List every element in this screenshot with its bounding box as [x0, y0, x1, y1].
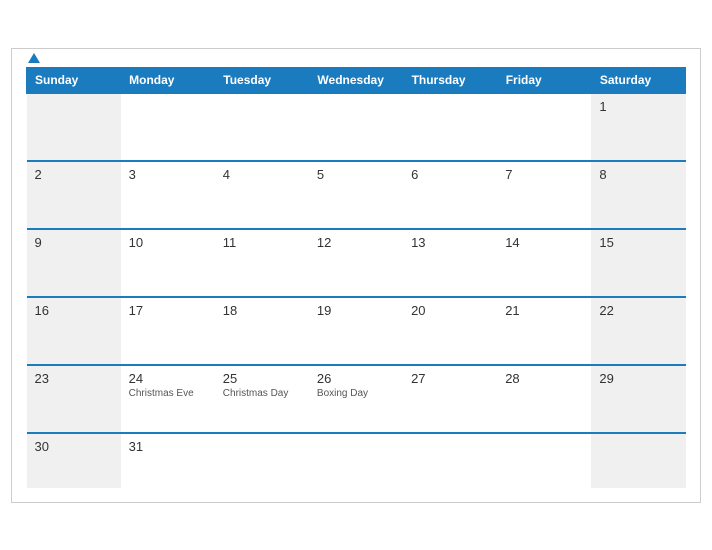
calendar-cell: 21	[497, 297, 591, 365]
calendar-week-row: 16 17 18 19 20 21 22	[27, 297, 686, 365]
calendar-cell: 22	[591, 297, 685, 365]
header-saturday: Saturday	[591, 67, 685, 93]
date-number: 21	[505, 303, 583, 318]
date-number: 5	[317, 167, 395, 182]
date-number: 10	[129, 235, 207, 250]
header-tuesday: Tuesday	[215, 67, 309, 93]
calendar-cell: 11	[215, 229, 309, 297]
date-number: 18	[223, 303, 301, 318]
holiday-label: Boxing Day	[317, 388, 395, 399]
calendar-cell	[215, 433, 309, 488]
date-number: 28	[505, 371, 583, 386]
header-sunday: Sunday	[27, 67, 121, 93]
date-number: 19	[317, 303, 395, 318]
calendar-cell: 24 Christmas Eve	[121, 365, 215, 433]
date-number: 16	[35, 303, 113, 318]
calendar-cell	[497, 93, 591, 161]
calendar-cell: 10	[121, 229, 215, 297]
date-number: 7	[505, 167, 583, 182]
date-number: 9	[35, 235, 113, 250]
date-number: 20	[411, 303, 489, 318]
calendar-cell	[403, 433, 497, 488]
calendar-cell: 12	[309, 229, 403, 297]
calendar-body: 123456789101112131415161718192021222324C…	[27, 93, 686, 488]
calendar-week-row: 23 24 Christmas Eve 25 Christmas Day 26 Boxing…	[27, 365, 686, 433]
calendar-cell: 8	[591, 161, 685, 229]
date-number: 22	[599, 303, 677, 318]
calendar-cell: 18	[215, 297, 309, 365]
date-number: 4	[223, 167, 301, 182]
date-number: 23	[35, 371, 113, 386]
date-number: 24	[129, 371, 207, 386]
date-number: 3	[129, 167, 207, 182]
date-number: 15	[599, 235, 677, 250]
calendar-cell: 25 Christmas Day	[215, 365, 309, 433]
calendar-cell: 16	[27, 297, 121, 365]
calendar-table: Sunday Monday Tuesday Wednesday Thursday…	[26, 67, 686, 488]
calendar-cell: 5	[309, 161, 403, 229]
calendar-cell: 9	[27, 229, 121, 297]
calendar-cell: 30	[27, 433, 121, 488]
logo-triangle-icon	[28, 53, 40, 63]
calendar-cell	[403, 93, 497, 161]
date-number: 13	[411, 235, 489, 250]
calendar-cell: 13	[403, 229, 497, 297]
calendar-cell: 2	[27, 161, 121, 229]
date-number: 31	[129, 439, 207, 454]
date-number: 17	[129, 303, 207, 318]
date-number: 1	[599, 99, 677, 114]
calendar-cell: 20	[403, 297, 497, 365]
calendar-cell	[309, 93, 403, 161]
header-friday: Friday	[497, 67, 591, 93]
date-number: 26	[317, 371, 395, 386]
calendar-cell: 15	[591, 229, 685, 297]
calendar-week-row: 9 10 11 12 13 14 15	[27, 229, 686, 297]
calendar-cell: 27	[403, 365, 497, 433]
date-number: 30	[35, 439, 113, 454]
date-number: 29	[599, 371, 677, 386]
date-number: 14	[505, 235, 583, 250]
header-monday: Monday	[121, 67, 215, 93]
date-number: 8	[599, 167, 677, 182]
calendar-cell	[27, 93, 121, 161]
logo	[26, 52, 40, 66]
calendar-week-row: 2 3 4 5 6 7 8	[27, 161, 686, 229]
holiday-label: Christmas Eve	[129, 388, 207, 399]
calendar-cell	[215, 93, 309, 161]
logo-blue-text	[26, 52, 40, 66]
calendar-cell: 6	[403, 161, 497, 229]
calendar-thead: Sunday Monday Tuesday Wednesday Thursday…	[27, 67, 686, 93]
weekday-header-row: Sunday Monday Tuesday Wednesday Thursday…	[27, 67, 686, 93]
calendar-cell	[121, 93, 215, 161]
calendar-cell: 17	[121, 297, 215, 365]
calendar-cell: 28	[497, 365, 591, 433]
calendar-week-row: 30 31	[27, 433, 686, 488]
calendar-cell: 3	[121, 161, 215, 229]
calendar-cell: 29	[591, 365, 685, 433]
date-number: 6	[411, 167, 489, 182]
calendar-cell: 19	[309, 297, 403, 365]
calendar: Sunday Monday Tuesday Wednesday Thursday…	[11, 48, 701, 503]
date-number: 12	[317, 235, 395, 250]
date-number: 27	[411, 371, 489, 386]
calendar-cell	[497, 433, 591, 488]
calendar-cell: 31	[121, 433, 215, 488]
holiday-label: Christmas Day	[223, 388, 301, 399]
calendar-cell: 14	[497, 229, 591, 297]
header-thursday: Thursday	[403, 67, 497, 93]
date-number: 2	[35, 167, 113, 182]
calendar-cell	[309, 433, 403, 488]
calendar-cell: 4	[215, 161, 309, 229]
calendar-cell: 23	[27, 365, 121, 433]
date-number: 25	[223, 371, 301, 386]
calendar-cell: 1	[591, 93, 685, 161]
calendar-cell	[591, 433, 685, 488]
calendar-week-row: 1	[27, 93, 686, 161]
calendar-cell: 26 Boxing Day	[309, 365, 403, 433]
calendar-cell: 7	[497, 161, 591, 229]
header-wednesday: Wednesday	[309, 67, 403, 93]
date-number: 11	[223, 235, 301, 250]
